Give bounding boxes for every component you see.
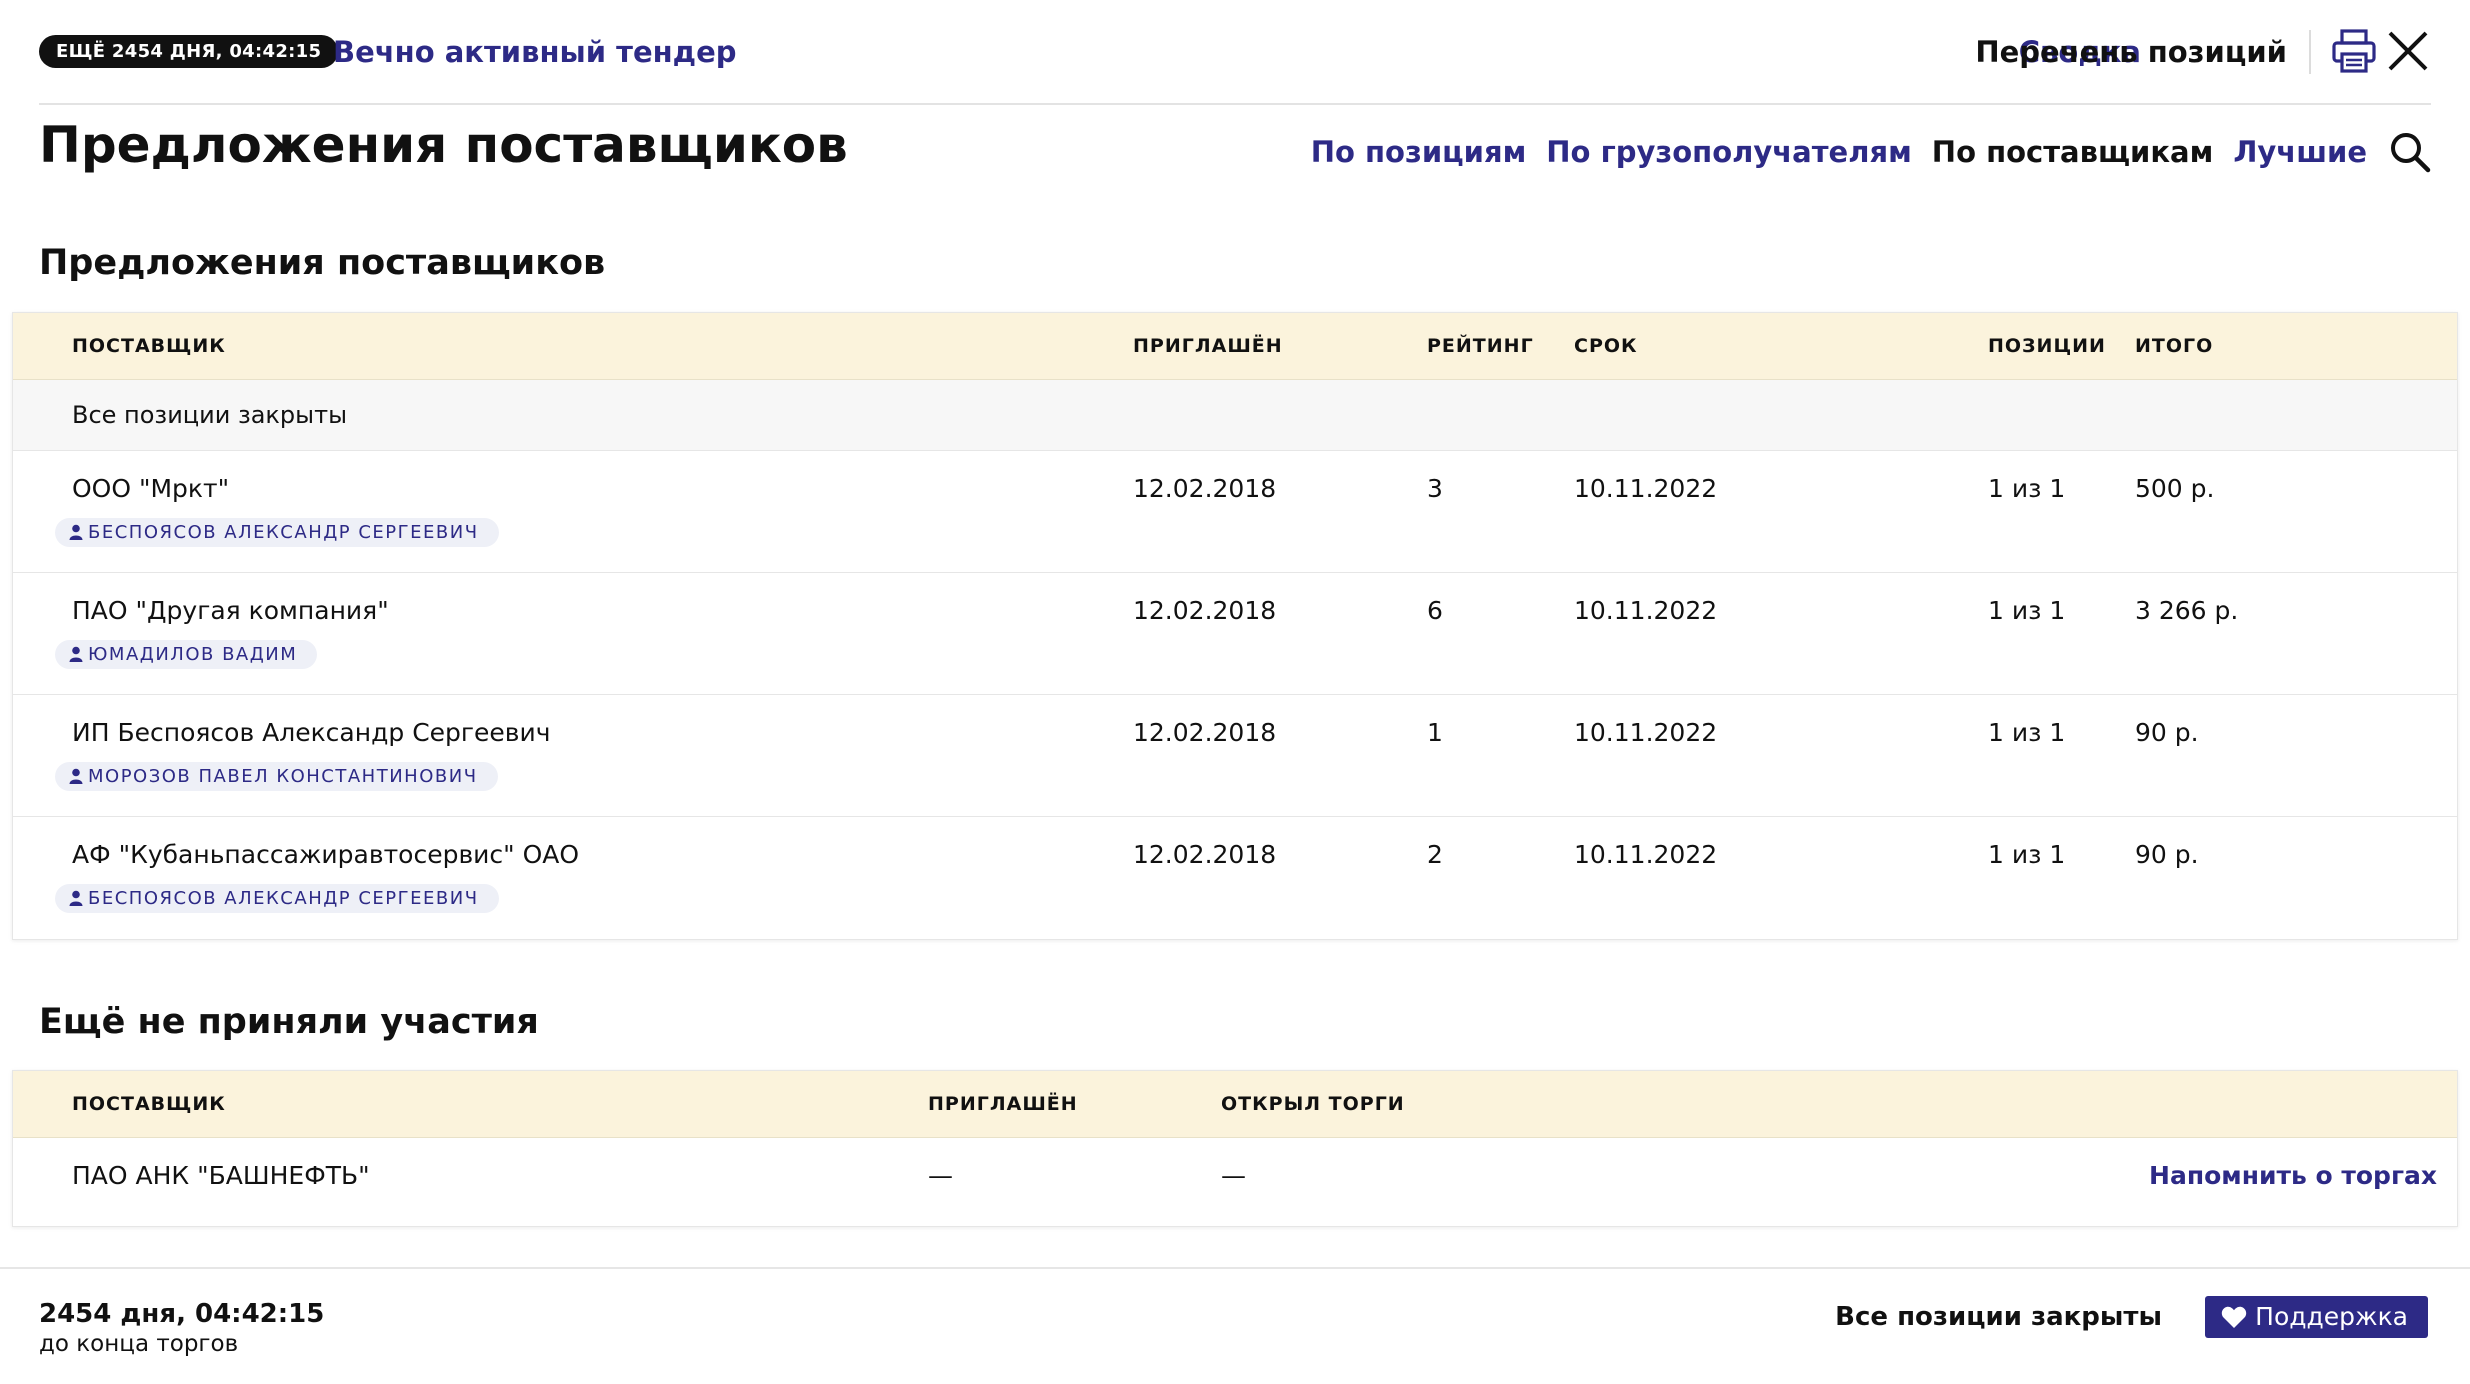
close-icon[interactable] — [2385, 28, 2431, 74]
invited-date: 12.02.2018 — [1133, 840, 1277, 869]
rating-value: 1 — [1427, 718, 1443, 747]
total-amount: 90 р. — [2135, 718, 2199, 747]
person-badge[interactable]: БЕСПОЯСОВ АЛЕКСАНДР СЕРГЕЕВИЧ — [55, 518, 499, 547]
deadline-date: 10.11.2022 — [1574, 596, 1718, 625]
col-opened[interactable]: ОТКРЫЛ ТОРГИ — [1221, 1071, 1405, 1138]
not-participated-table: ПОСТАВЩИК ПРИГЛАШЁН ОТКРЫЛ ТОРГИ ПАО АНК… — [12, 1070, 2458, 1227]
supplier-name[interactable]: ПАО "Другая компания" — [72, 593, 389, 629]
col-positions[interactable]: ПОЗИЦИИ — [1988, 313, 2106, 380]
tab-by-suppliers[interactable]: По поставщикам — [1932, 132, 2214, 172]
table-header: ПОСТАВЩИК ПРИГЛАШЁН ОТКРЫЛ ТОРГИ — [13, 1071, 2457, 1138]
table-row[interactable]: ПАО АНК "БАШНЕФТЬ" — — Напомнить о торга… — [13, 1138, 2457, 1226]
print-icon[interactable] — [2331, 28, 2377, 74]
positions-count: 1 из 1 — [1988, 596, 2066, 625]
search-icon[interactable] — [2388, 130, 2432, 174]
col-rating[interactable]: РЕЙТИНГ — [1427, 313, 1534, 380]
offers-section-title: Предложения поставщиков — [39, 243, 606, 283]
positions-count: 1 из 1 — [1988, 474, 2066, 503]
table-row[interactable]: АФ "Кубаньпассажиравтосервис" ОАО БЕСПОЯ… — [13, 817, 2457, 939]
rating-value: 6 — [1427, 596, 1443, 625]
support-button[interactable]: Поддержка — [2205, 1296, 2428, 1338]
timer-badge: ЕЩЁ 2454 ДНЯ, 04:42:15 — [39, 35, 339, 68]
invited-date: 12.02.2018 — [1133, 718, 1277, 747]
table-row[interactable]: ПАО "Другая компания" ЮМАДИЛОВ ВАДИМ 12.… — [13, 573, 2457, 695]
deadline-date: 10.11.2022 — [1574, 840, 1718, 869]
page-title: Предложения поставщиков — [39, 116, 848, 174]
table-header: ПОСТАВЩИК ПРИГЛАШЁН РЕЙТИНГ СРОК ПОЗИЦИИ… — [13, 313, 2457, 380]
person-badge[interactable]: БЕСПОЯСОВ АЛЕКСАНДР СЕРГЕЕВИЧ — [55, 884, 499, 913]
offers-table: ПОСТАВЩИК ПРИГЛАШЁН РЕЙТИНГ СРОК ПОЗИЦИИ… — [12, 312, 2458, 940]
footer: 2454 дня, 04:42:15 до конца торгов Все п… — [0, 1267, 2470, 1384]
remind-about-tender-link[interactable]: Напомнить о торгах — [2149, 1158, 2437, 1194]
deadline-date: 10.11.2022 — [1574, 474, 1718, 503]
user-icon — [69, 524, 83, 540]
positions-count: 1 из 1 — [1988, 840, 2066, 869]
footer-timer: 2454 дня, 04:42:15 — [39, 1299, 325, 1329]
table-row[interactable]: ИП Беспоясов Александр Сергеевич МОРОЗОВ… — [13, 695, 2457, 817]
tab-best[interactable]: Лучшие — [2233, 132, 2367, 172]
supplier-name[interactable]: ПАО АНК "БАШНЕФТЬ" — [72, 1158, 370, 1194]
total-amount: 90 р. — [2135, 840, 2199, 869]
tender-title-link[interactable]: Вечно активный тендер — [333, 32, 737, 72]
positions-count: 1 из 1 — [1988, 718, 2066, 747]
person-name: БЕСПОЯСОВ АЛЕКСАНДР СЕРГЕЕВИЧ — [88, 522, 479, 543]
user-icon — [69, 768, 83, 784]
top-bar: ЕЩЁ 2454 ДНЯ, 04:42:15 Вечно активный те… — [39, 26, 2431, 105]
supplier-name[interactable]: АФ "Кубаньпассажиравтосервис" ОАО — [72, 837, 579, 873]
footer-status: Все позиции закрыты — [1835, 1302, 2162, 1332]
invited-date: 12.02.2018 — [1133, 474, 1277, 503]
user-icon — [69, 890, 83, 906]
support-button-label: Поддержка — [2255, 1302, 2408, 1331]
rating-value: 3 — [1427, 474, 1443, 503]
person-name: ЮМАДИЛОВ ВАДИМ — [88, 644, 298, 665]
person-badge[interactable]: ЮМАДИЛОВ ВАДИМ — [55, 640, 318, 669]
col-supplier[interactable]: ПОСТАВЩИК — [72, 1071, 226, 1138]
rating-value: 2 — [1427, 840, 1443, 869]
heart-icon — [2221, 1306, 2247, 1328]
status-row: Все позиции закрыты — [13, 380, 2457, 451]
deadline-date: 10.11.2022 — [1574, 718, 1718, 747]
col-deadline[interactable]: СРОК — [1574, 313, 1638, 380]
supplier-name[interactable]: ООО "Мркт" — [72, 471, 229, 507]
user-icon — [69, 646, 83, 662]
total-amount: 500 р. — [2135, 474, 2215, 503]
person-name: БЕСПОЯСОВ АЛЕКСАНДР СЕРГЕЕВИЧ — [88, 888, 479, 909]
invited-value: — — [928, 1161, 953, 1190]
supplier-name[interactable]: ИП Беспоясов Александр Сергеевич — [72, 715, 551, 751]
table-row[interactable]: ООО "Мркт" БЕСПОЯСОВ АЛЕКСАНДР СЕРГЕЕВИЧ… — [13, 451, 2457, 573]
col-invited[interactable]: ПРИГЛАШЁН — [1133, 313, 1283, 380]
footer-timer-caption: до конца торгов — [39, 1331, 239, 1357]
total-amount: 3 266 р. — [2135, 596, 2239, 625]
person-badge[interactable]: МОРОЗОВ ПАВЕЛ КОНСТАНТИНОВИЧ — [55, 762, 498, 791]
nav-positions-list-link[interactable]: Перечень позиций — [1975, 32, 2287, 72]
not-participated-section-title: Ещё не приняли участия — [39, 1002, 539, 1042]
divider — [2309, 30, 2311, 74]
col-supplier[interactable]: ПОСТАВЩИК — [72, 313, 226, 380]
person-name: МОРОЗОВ ПАВЕЛ КОНСТАНТИНОВИЧ — [88, 766, 478, 787]
tab-by-positions[interactable]: По позициям — [1311, 132, 1527, 172]
view-tabs: По позициям По грузополучателям По поста… — [1311, 132, 2367, 172]
status-text: Все позиции закрыты — [72, 401, 348, 429]
col-invited[interactable]: ПРИГЛАШЁН — [928, 1071, 1078, 1138]
col-total[interactable]: ИТОГО — [2135, 313, 2213, 380]
opened-value: — — [1221, 1161, 1246, 1190]
tab-by-consignees[interactable]: По грузополучателям — [1546, 132, 1912, 172]
invited-date: 12.02.2018 — [1133, 596, 1277, 625]
